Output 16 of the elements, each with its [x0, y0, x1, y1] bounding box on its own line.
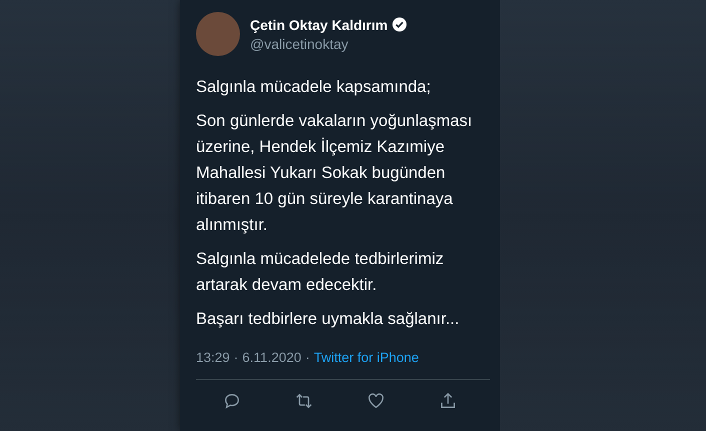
source-link[interactable]: Twitter for iPhone	[314, 350, 419, 365]
author-name: Çetin Oktay Kaldırım	[250, 16, 388, 32]
tweet-paragraph: Son günlerde vakaların yoğunlaşması üzerine, Hendek İlçemiz Kazımiye Mahallesi Yukarı Sokak bugünden itibaren 10 gün süreyle karantinaya alınmıştır.	[196, 111, 474, 236]
separator-dot: ·	[234, 350, 238, 365]
tweet-paragraph: Başarı tedbirlere uymakla sağlanır...	[196, 309, 460, 330]
retweet-icon[interactable]	[295, 392, 313, 410]
tweet-time: 13:29	[196, 350, 230, 365]
tweet-paragraph: Salgınla mücadele kapsamında;	[196, 77, 432, 98]
separator-dot: ·	[305, 350, 310, 365]
avatar	[196, 12, 240, 56]
author-handle: @valicetinoktay	[250, 36, 350, 52]
speech-bubble-icon[interactable]	[223, 392, 241, 410]
tweet-paragraph: Salgınla mücadelede tedbirlerimiz artarak devam edecektir.	[196, 249, 445, 296]
share-icon[interactable]	[439, 392, 457, 410]
tweet-date: 6.11.2020	[242, 350, 302, 365]
heart-icon[interactable]	[367, 392, 385, 410]
